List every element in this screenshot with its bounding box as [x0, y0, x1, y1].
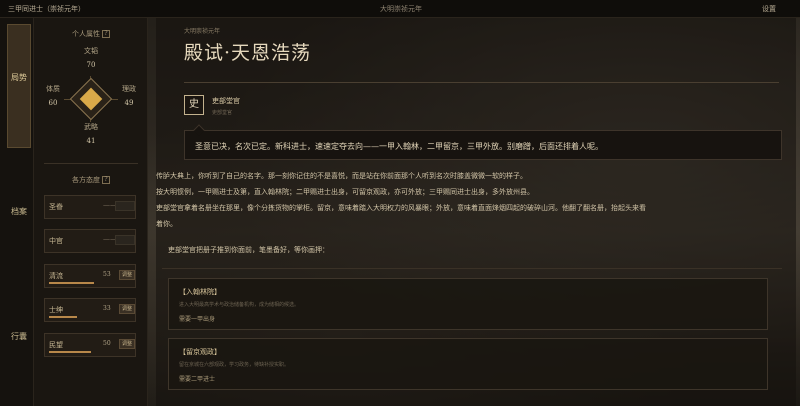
scene-area: 大明崇祯元年 殿试·天恩浩荡 史 吏部堂官 吏部堂官 圣意已决，名次已定。新科进… — [148, 18, 800, 406]
dialogue-text: 圣意已决，名次已定。新科进士，速速定夺去向——一甲入翰林，二甲留京，三甲外放。别… — [195, 142, 603, 151]
choice-requirement: 需要一甲出身 — [179, 316, 216, 323]
choice-description: 进入大明最高学术与政治储备机构，成为储相的候选。 — [179, 302, 300, 308]
choice-option-liujing[interactable]: 【留京观政】 留在京城在六部观政，学习政务，待缺补授实职。 需要二甲进士 — [168, 338, 768, 390]
panel-divider — [44, 163, 138, 164]
faction-row-shengjuan[interactable]: 圣眷 —— — [44, 195, 136, 219]
faction-value: 50 — [103, 340, 111, 347]
dialogue-bubble: 圣意已决，名次已定。新科进士，速速定夺去向——一甲入翰林，二甲留京，三甲外放。别… — [184, 124, 782, 160]
faction-adjust-button[interactable]: 调整 — [119, 270, 135, 280]
faction-name: 圣眷 — [49, 203, 63, 211]
faction-adjust-button[interactable]: 调整 — [119, 339, 135, 349]
narration-line: 着你。 — [156, 220, 177, 228]
attributes-header: 个人属性? — [34, 29, 148, 39]
stat-wulue-label: 武略 — [84, 123, 98, 131]
title-divider — [184, 82, 779, 83]
faction-row-zhongguan[interactable]: 中官 —— — [44, 229, 136, 253]
faction-name: 中官 — [49, 237, 63, 245]
faction-meter — [49, 316, 77, 318]
attributes-help-icon[interactable]: ? — [102, 30, 110, 38]
prompt-divider — [162, 268, 782, 269]
speaker-portrait: 史 — [184, 95, 204, 115]
speaker-subtitle: 吏部堂官 — [212, 110, 233, 116]
stat-tizhi-value: 60 — [48, 99, 58, 107]
nav-tab-situation[interactable]: 局势 — [7, 24, 31, 148]
stat-lizheng-label: 理政 — [122, 85, 136, 93]
settings-button[interactable]: 设置 — [762, 4, 776, 14]
choice-requirement: 需要二甲进士 — [179, 376, 216, 383]
attribute-diamond-chart — [69, 77, 113, 121]
top-bar: 三甲同进士（崇祯元年） 大明崇祯元年 设置 — [0, 0, 800, 18]
faction-meter — [49, 282, 94, 284]
faction-row-qingliu[interactable]: 清流 53 调整 — [44, 264, 136, 288]
narration-line: 按大明惯例，一甲赐进士及第，直入翰林院；二甲赐进士出身，可留京观政，亦可外放；三… — [156, 188, 534, 196]
nav-rail: 局势 档案 行囊 — [0, 18, 34, 406]
speaker-name: 吏部堂官 — [212, 97, 240, 105]
faction-name: 清流 — [49, 272, 63, 280]
choice-prompt: 吏部堂官把册子推到你面前，笔墨备好，等你画押： — [168, 246, 329, 254]
faction-row-minwang[interactable]: 民望 50 调整 — [44, 333, 136, 357]
choice-option-hanlin[interactable]: 【入翰林院】 进入大明最高学术与政治储备机构，成为储相的候选。 需要一甲出身 — [168, 278, 768, 330]
status-panel: 个人属性? 文韬 70 体质 60 理政 49 武略 41 各方态度? 圣眷 —… — [34, 18, 148, 406]
faction-name: 士绅 — [49, 306, 63, 314]
stat-wentao-value: 70 — [86, 61, 96, 69]
stat-tizhi-label: 体质 — [46, 85, 60, 93]
faction-adjust-button-disabled — [115, 235, 135, 245]
faction-value: 53 — [103, 271, 111, 278]
player-title: 三甲同进士（崇祯元年） — [8, 5, 85, 13]
nav-tab-inventory[interactable]: 行囊 — [7, 328, 31, 345]
era-label: 大明崇祯元年 — [380, 5, 422, 13]
stat-lizheng-value: 49 — [124, 99, 134, 107]
stat-wulue-value: 41 — [86, 137, 96, 145]
attributes-title: 个人属性 — [72, 30, 100, 38]
factions-title: 各方态度 — [72, 176, 100, 184]
stat-wentao-label: 文韬 — [84, 47, 98, 55]
faction-adjust-button-disabled — [115, 201, 135, 211]
choice-description: 留在京城在六部观政，学习政务，待缺补授实职。 — [179, 362, 290, 368]
faction-row-shishen[interactable]: 士绅 33 调整 — [44, 298, 136, 322]
faction-meter — [49, 351, 91, 353]
faction-value: 33 — [103, 305, 111, 312]
narration-line: 传胪大典上，你听到了自己的名字。那一刻你记住的不是喜悦，而是站在你前面那个人听到… — [156, 172, 527, 180]
factions-help-icon[interactable]: ? — [102, 176, 110, 184]
nav-tab-archive[interactable]: 档案 — [7, 203, 31, 220]
faction-name: 民望 — [49, 341, 63, 349]
dialogue-bubble-pointer — [193, 124, 205, 136]
choice-title: 【留京观政】 — [179, 348, 221, 356]
breadcrumb: 大明崇祯元年 — [184, 28, 221, 35]
narration-line: 吏部堂官拿着名册坐在那里，像个分拣货物的掌柜。留京，意味着踏入大明权力的风暴眼；… — [156, 204, 646, 212]
choice-title: 【入翰林院】 — [179, 288, 221, 296]
faction-adjust-button[interactable]: 调整 — [119, 304, 135, 314]
event-title: 殿试·天恩浩荡 — [184, 42, 312, 64]
event-panel: 大明崇祯元年 殿试·天恩浩荡 史 吏部堂官 吏部堂官 圣意已决，名次已定。新科进… — [156, 18, 796, 406]
factions-header: 各方态度? — [34, 175, 148, 185]
attribute-diamond-fill — [79, 87, 103, 111]
